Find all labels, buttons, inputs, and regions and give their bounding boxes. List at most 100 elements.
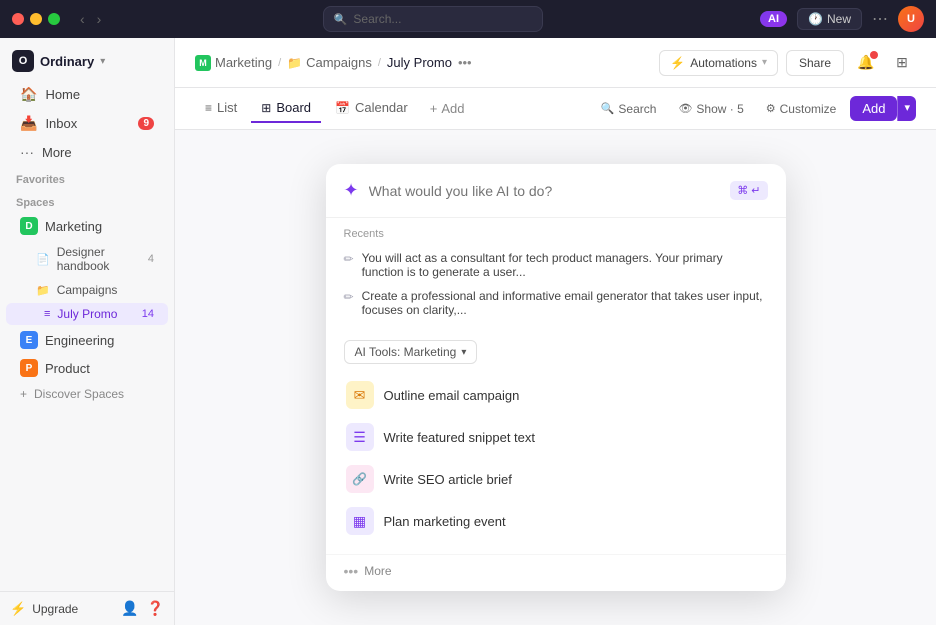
list-icon: ≡ — [44, 308, 50, 320]
search-action-button[interactable]: 🔍 Search — [593, 98, 665, 120]
ai-badge: AI — [760, 11, 787, 27]
doc-icon: 📄 — [36, 253, 50, 266]
customize-action-button[interactable]: ⚙ Customize — [758, 98, 845, 120]
recents-label: Recents — [344, 228, 768, 240]
sidebar-item-product[interactable]: P Product — [6, 355, 168, 381]
help-icon[interactable]: ❓ — [147, 600, 164, 617]
discover-spaces[interactable]: + Discover Spaces — [6, 383, 168, 405]
campaigns-folder-icon: 📁 — [287, 56, 302, 70]
add-task-dropdown[interactable]: ▾ — [897, 96, 916, 121]
new-button[interactable]: 🕐 New — [797, 8, 862, 30]
grid-icon[interactable]: ⋯ — [872, 9, 888, 29]
search-icon: 🔍 — [334, 13, 348, 26]
layout-icon: ⊞ — [896, 54, 908, 71]
upgrade-icon: ⚡ — [10, 601, 26, 617]
calendar-tab-icon: 📅 — [335, 101, 350, 115]
designer-handbook-count: 4 — [148, 253, 154, 265]
search-placeholder: Search... — [353, 12, 401, 26]
sidebar-item-july-promo[interactable]: ≡ July Promo 14 — [6, 303, 168, 325]
share-button[interactable]: Share — [786, 50, 844, 76]
sidebar: O Ordinary ▾ 🏠 Home 📥 Inbox 9 ··· More F… — [0, 38, 175, 625]
marketing-space-icon: D — [20, 217, 38, 235]
tool-item-snippet[interactable]: ☰ Write featured snippet text — [344, 416, 768, 458]
tab-calendar[interactable]: 📅 Calendar — [325, 94, 418, 123]
sidebar-item-marketing[interactable]: D Marketing — [6, 213, 168, 239]
notification-button[interactable]: 🔔 — [852, 49, 880, 77]
pencil-icon-2: ✏ — [344, 290, 354, 304]
window-controls — [12, 13, 60, 25]
chevron-down-icon: ▾ — [100, 56, 105, 67]
ai-shortcut: ⌘ ↵ — [730, 181, 767, 200]
sidebar-item-campaigns[interactable]: 📁 Campaigns — [6, 279, 168, 301]
add-task-button[interactable]: Add — [850, 96, 897, 121]
customize-icon: ⚙ — [766, 102, 776, 115]
close-dot[interactable] — [12, 13, 24, 25]
automations-chevron-icon: ▾ — [762, 57, 767, 68]
main-layout: O Ordinary ▾ 🏠 Home 📥 Inbox 9 ··· More F… — [0, 38, 936, 625]
search-bar[interactable]: 🔍 Search... — [323, 6, 543, 32]
seo-tool-icon: 🔗 — [346, 465, 374, 493]
ai-sparkle-icon: ✦ — [344, 180, 359, 201]
minimize-dot[interactable] — [30, 13, 42, 25]
titlebar: ‹ › 🔍 Search... AI 🕐 New ⋯ U — [0, 0, 936, 38]
inbox-badge: 9 — [138, 117, 154, 130]
workspace-icon: O — [12, 50, 34, 72]
content-area: M Marketing / 📁 Campaigns / July Promo •… — [175, 38, 936, 625]
forward-button[interactable]: › — [93, 9, 106, 29]
search-action-icon: 🔍 — [601, 102, 615, 115]
engineering-space-icon: E — [20, 331, 38, 349]
header-actions: ⚡ Automations ▾ Share 🔔 ⊞ — [659, 49, 916, 77]
tab-board[interactable]: ⊞ Board — [251, 94, 321, 123]
snippet-tool-icon: ☰ — [346, 423, 374, 451]
content-header: M Marketing / 📁 Campaigns / July Promo •… — [175, 38, 936, 88]
sidebar-bottom-icons: 👤 ❓ — [121, 600, 164, 617]
notification-dot — [870, 51, 878, 59]
tab-list[interactable]: ≡ List — [195, 94, 247, 123]
avatar[interactable]: U — [898, 6, 924, 32]
tool-item-seo[interactable]: 🔗 Write SEO article brief — [344, 458, 768, 500]
sidebar-bottom: ⚡ Upgrade 👤 ❓ — [0, 591, 174, 625]
ai-tools-section: AI Tools: Marketing ▾ ✉ Outline email ca… — [326, 332, 786, 554]
maximize-dot[interactable] — [48, 13, 60, 25]
sidebar-item-inbox[interactable]: 📥 Inbox 9 — [6, 110, 168, 137]
workspace-selector[interactable]: O Ordinary ▾ — [0, 42, 174, 80]
breadcrumb-more-button[interactable]: ••• — [458, 55, 472, 70]
search-area: 🔍 Search... — [113, 6, 752, 32]
workspace-name: Ordinary — [40, 54, 94, 69]
favorites-label: Favorites — [0, 166, 174, 189]
more-dots-icon: ••• — [344, 563, 359, 579]
more-icon: ··· — [20, 144, 34, 160]
sidebar-item-home[interactable]: 🏠 Home — [6, 81, 168, 108]
recent-item-1[interactable]: ✏ Create a professional and informative … — [344, 284, 768, 322]
automations-button[interactable]: ⚡ Automations ▾ — [659, 50, 778, 76]
titlebar-right: AI 🕐 New ⋯ U — [760, 6, 924, 32]
tool-item-email[interactable]: ✉ Outline email campaign — [344, 374, 768, 416]
ai-tools-dropdown[interactable]: AI Tools: Marketing ▾ — [344, 340, 478, 364]
tools-chevron-icon: ▾ — [461, 347, 466, 358]
back-button[interactable]: ‹ — [76, 9, 89, 29]
ai-panel-header: ✦ ⌘ ↵ — [326, 164, 786, 218]
ai-more-button[interactable]: ••• More — [326, 554, 786, 591]
clock-icon: 🕐 — [808, 12, 823, 26]
content-body: ✦ ⌘ ↵ Recents ✏ You will act as a consul… — [175, 130, 936, 625]
marketing-icon: M — [195, 55, 211, 71]
ai-input[interactable] — [369, 183, 721, 199]
breadcrumb-sep-2: / — [378, 57, 381, 69]
breadcrumb-campaigns[interactable]: 📁 Campaigns — [287, 55, 372, 70]
user-icon[interactable]: 👤 — [121, 600, 138, 617]
folder-icon: 📁 — [36, 284, 50, 297]
breadcrumb-marketing[interactable]: M Marketing — [195, 55, 272, 71]
show-action-button[interactable]: 👁 Show · 5 — [670, 98, 751, 120]
home-icon: 🏠 — [20, 86, 37, 103]
sidebar-item-designer-handbook[interactable]: 📄 Designer handbook 4 — [6, 241, 168, 277]
sidebar-item-more[interactable]: ··· More — [6, 139, 168, 165]
recent-item-0[interactable]: ✏ You will act as a consultant for tech … — [344, 246, 768, 284]
tool-item-plan[interactable]: ▦ Plan marketing event — [344, 500, 768, 542]
upgrade-button[interactable]: ⚡ Upgrade — [10, 601, 113, 617]
plus-icon: + — [20, 387, 27, 401]
email-tool-icon: ✉ — [346, 381, 374, 409]
tab-add[interactable]: + Add — [422, 95, 473, 122]
sidebar-item-engineering[interactable]: E Engineering — [6, 327, 168, 353]
view-tabs: ≡ List ⊞ Board 📅 Calendar + Add 🔍 Search — [175, 88, 936, 130]
layout-button[interactable]: ⊞ — [888, 49, 916, 77]
